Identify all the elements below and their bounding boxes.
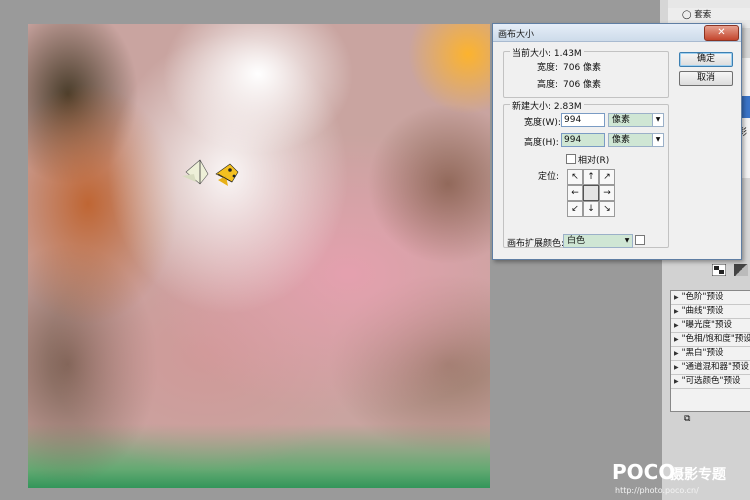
preset-item[interactable]: ▶ "色相/饱和度"预设 <box>671 333 750 347</box>
anchor-left[interactable]: ← <box>567 185 583 201</box>
anchor-bottom[interactable]: ↓ <box>583 201 599 217</box>
dialog-titlebar[interactable]: 画布大小 ✕ <box>493 24 741 42</box>
extension-color-swatch[interactable] <box>635 235 645 245</box>
current-size-legend: 当前大小: 1.43M <box>510 46 584 59</box>
lasso-icon: ◯ <box>682 10 692 20</box>
triangle-right-icon: ▶ <box>674 378 679 385</box>
extension-color-label: 画布扩展颜色: <box>507 239 565 249</box>
anchor-bottom-right[interactable]: ↘ <box>599 201 615 217</box>
current-height-label: 高度: <box>537 80 559 90</box>
watermark-title: 摄影专题 <box>670 467 726 483</box>
preset-item[interactable]: ▶ "通道混和器"预设 <box>671 361 750 375</box>
butterflies-image <box>182 159 239 186</box>
preset-item[interactable]: ▶ "色阶"预设 <box>671 291 750 305</box>
canvas-size-dialog: 画布大小 ✕ 当前大小: 1.43M 宽度: 706 像素 高度: 706 像素… <box>492 23 742 260</box>
preset-item[interactable]: ▶ "可选颜色"预设 <box>671 375 750 389</box>
ok-button[interactable]: 确定 <box>679 52 733 67</box>
width-input[interactable]: 994 <box>561 113 605 127</box>
new-size-legend: 新建大小: 2.83M <box>510 99 584 112</box>
triangle-right-icon: ▶ <box>674 336 679 343</box>
anchor-label: 定位: <box>538 172 560 182</box>
canvas-photo[interactable] <box>28 24 490 488</box>
height-input[interactable]: 994 <box>561 133 605 147</box>
height-unit-select[interactable]: 像素 ▼ <box>608 133 664 147</box>
anchor-right[interactable]: → <box>599 185 615 201</box>
triangle-right-icon: ▶ <box>674 308 679 315</box>
clip-to-layer-icon[interactable]: ⧉ <box>684 414 690 424</box>
preset-item[interactable]: ▶ "曝光度"预设 <box>671 319 750 333</box>
current-height-value: 706 像素 <box>563 80 602 90</box>
anchor-top-right[interactable]: ↗ <box>599 169 615 185</box>
close-button[interactable]: ✕ <box>704 25 739 41</box>
anchor-center[interactable] <box>583 185 599 201</box>
extension-color-select[interactable]: 白色 ▼ <box>563 234 633 248</box>
preset-item[interactable]: ▶ "黑白"预设 <box>671 347 750 361</box>
watermark-logo: POCO <box>612 460 676 484</box>
relative-checkbox[interactable] <box>566 154 576 164</box>
dialog-title: 画布大小 <box>498 30 535 40</box>
anchor-grid: ↖ ↑ ↗ ← → ↙ ↓ ↘ <box>567 169 615 217</box>
lasso-label: 套索 <box>694 10 712 20</box>
dropdown-arrow-icon: ▼ <box>622 235 632 247</box>
cancel-button[interactable]: 取消 <box>679 71 733 86</box>
triangle-right-icon: ▶ <box>674 364 679 371</box>
anchor-bottom-left[interactable]: ↙ <box>567 201 583 217</box>
width-unit-select[interactable]: 像素 ▼ <box>608 113 664 127</box>
triangle-right-icon: ▶ <box>674 294 679 301</box>
preset-item[interactable]: ▶ "曲线"预设 <box>671 305 750 319</box>
current-width-label: 宽度: <box>537 63 559 73</box>
anchor-top-left[interactable]: ↖ <box>567 169 583 185</box>
dropdown-arrow-icon: ▼ <box>652 114 663 126</box>
dialog-body: 当前大小: 1.43M 宽度: 706 像素 高度: 706 像素 新建大小: … <box>493 42 741 259</box>
anchor-top[interactable]: ↑ <box>583 169 599 185</box>
new-width-label: 宽度(W): <box>524 118 561 128</box>
dropdown-arrow-icon: ▼ <box>652 134 663 146</box>
watermark-url: http://photo.poco.cn/ <box>615 486 699 495</box>
triangle-right-icon: ▶ <box>674 350 679 357</box>
layer-mask-icon[interactable] <box>711 263 727 277</box>
current-width-value: 706 像素 <box>563 63 602 73</box>
gradient-icon[interactable] <box>734 264 748 276</box>
relative-label: 相对(R) <box>578 156 610 166</box>
triangle-right-icon: ▶ <box>674 322 679 329</box>
new-height-label: 高度(H): <box>524 138 559 148</box>
preset-list: ▶ "色阶"预设 ▶ "曲线"预设 ▶ "曝光度"预设 ▶ "色相/饱和度"预设 ▶ "黑… <box>670 290 750 412</box>
